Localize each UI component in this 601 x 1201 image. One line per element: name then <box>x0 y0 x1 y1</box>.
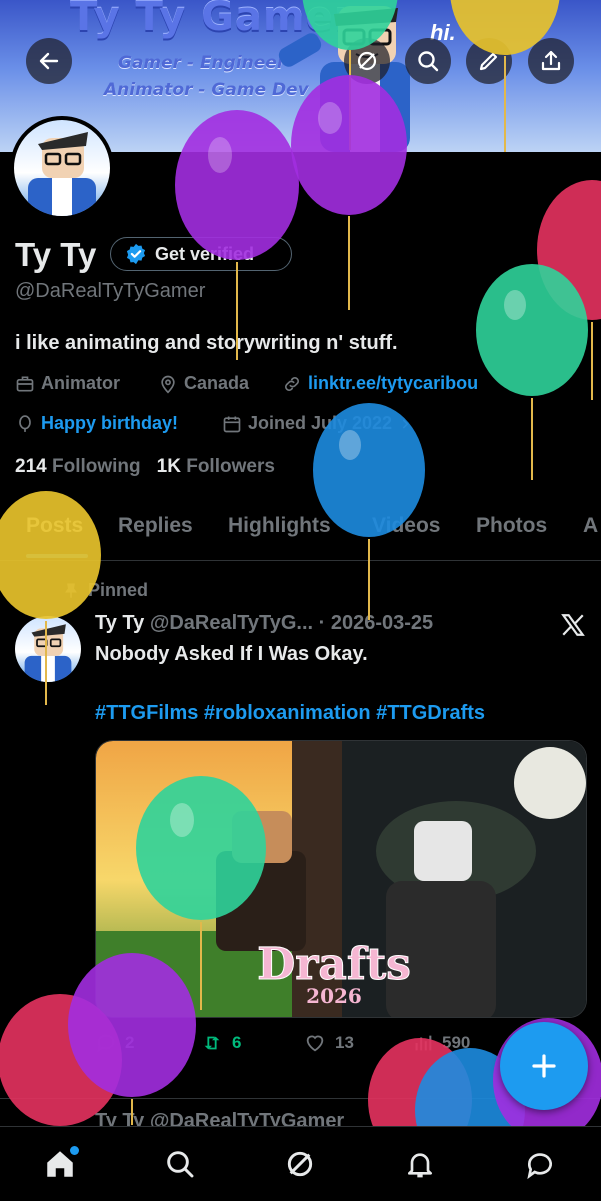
views-chart-icon <box>415 1035 432 1051</box>
active-tab-indicator <box>26 554 88 558</box>
profession: Animator <box>15 373 120 394</box>
pinned-label: Pinned <box>88 580 149 600</box>
followers-label: Followers <box>186 456 275 477</box>
back-button[interactable] <box>26 38 72 84</box>
location-pin-icon <box>161 375 175 394</box>
avatar-character <box>28 132 96 216</box>
heart-icon <box>306 1035 324 1052</box>
nav-notifications[interactable] <box>400 1144 440 1184</box>
media-title-text: Drafts <box>257 939 411 990</box>
profession-label: Animator <box>41 373 121 393</box>
nav-grok[interactable] <box>280 1144 320 1184</box>
chevron-right-icon <box>402 418 409 429</box>
nav-search[interactable] <box>160 1144 200 1184</box>
bottom-navigation <box>0 1126 601 1201</box>
nav-messages[interactable] <box>520 1144 560 1184</box>
followers-stat[interactable]: 1K Followers <box>157 456 275 478</box>
search-icon <box>167 1151 194 1178</box>
reply-count: 2 <box>125 1033 135 1052</box>
tab-highlights[interactable]: Highlights <box>228 514 331 538</box>
post-divider <box>0 1098 601 1099</box>
home-notification-dot <box>70 1146 79 1155</box>
balloon-green-right <box>476 264 588 480</box>
profile-avatar[interactable] <box>10 116 114 220</box>
location: Canada <box>158 373 249 394</box>
birthday[interactable]: Happy birthday! <box>15 413 178 434</box>
joined-date[interactable]: Joined July 2022 <box>222 413 412 434</box>
calendar-icon <box>223 416 241 432</box>
profile-link[interactable]: linktr.ee/tytycaribou <box>282 373 478 394</box>
link-icon <box>285 376 299 391</box>
search-button[interactable] <box>405 38 451 84</box>
get-verified-button[interactable]: Get verified <box>110 237 292 271</box>
balloon-red-right <box>537 180 601 400</box>
post-header: Ty Ty @DaRealTyTyG... · 2026-03-25 <box>95 612 433 635</box>
link-label[interactable]: linktr.ee/tytycaribou <box>308 373 478 394</box>
tab-articles[interactable]: A <box>583 514 598 538</box>
verified-badge-icon <box>126 243 146 265</box>
post-media[interactable]: Drafts 2026 <box>95 740 587 1018</box>
reply-icon <box>97 1034 115 1053</box>
media-year-text: 2026 <box>306 984 362 1008</box>
share-button[interactable] <box>528 38 574 84</box>
briefcase-icon <box>16 376 34 391</box>
nav-home[interactable] <box>40 1144 80 1184</box>
post-avatar[interactable] <box>15 616 81 682</box>
tab-replies[interactable]: Replies <box>118 514 193 538</box>
notifications-icon <box>408 1153 432 1178</box>
tab-videos[interactable]: Videos <box>372 514 440 538</box>
view-count: 590 <box>442 1033 471 1052</box>
back-arrow-icon <box>39 52 59 70</box>
pin-icon <box>65 583 77 598</box>
post-avatar-character <box>24 624 72 682</box>
post-text: Nobody Asked If I Was Okay. <box>95 643 368 665</box>
post-hashtags[interactable]: #TTGFilms #robloxanimation #TTGDrafts <box>95 702 485 725</box>
post-author[interactable]: Ty Ty <box>95 612 144 634</box>
birthday-label[interactable]: Happy birthday! <box>41 413 178 434</box>
pinned-indicator: Pinned <box>62 580 148 601</box>
post-handle-date: @DaRealTyTyG... · 2026-03-25 <box>149 612 434 634</box>
joined-label: Joined July 2022 <box>248 413 393 433</box>
like-button[interactable]: 13 <box>303 1032 354 1054</box>
grok-icon <box>357 51 377 71</box>
edit-button[interactable] <box>466 38 512 84</box>
views-button[interactable]: 590 <box>412 1032 470 1054</box>
like-count: 13 <box>335 1033 354 1052</box>
following-count: 214 <box>15 456 47 477</box>
follow-stats: 214 Following 1K Followers <box>15 456 275 478</box>
following-stat[interactable]: 214 Following <box>15 456 141 478</box>
reply-button[interactable]: 2 <box>95 1032 134 1054</box>
repost-button[interactable]: 6 <box>200 1032 241 1054</box>
get-verified-label: Get verified <box>155 243 255 264</box>
plus-icon <box>532 1054 556 1078</box>
grok-button[interactable] <box>344 38 390 84</box>
messages-icon <box>527 1153 552 1180</box>
edit-icon <box>479 52 498 71</box>
location-label: Canada <box>184 373 250 393</box>
post-media-image: Drafts 2026 <box>96 741 586 1017</box>
banner-line-1: Gamer - Engineer <box>118 53 286 73</box>
tab-photos[interactable]: Photos <box>476 514 547 538</box>
repost-count: 6 <box>232 1033 242 1052</box>
balloon-icon <box>19 414 31 432</box>
repost-icon <box>204 1036 220 1050</box>
x-logo-icon[interactable] <box>560 612 586 638</box>
profile-handle: @DaRealTyTyGamer <box>15 280 206 302</box>
profile-bio: i like animating and storywriting n' stu… <box>15 332 398 354</box>
grok-icon <box>287 1151 313 1177</box>
followers-count: 1K <box>156 456 181 477</box>
tab-posts[interactable]: Posts <box>26 514 83 538</box>
profile-tabs: Posts Replies Highlights Videos Photos A <box>0 500 601 561</box>
following-label: Following <box>51 456 141 477</box>
compose-button[interactable] <box>500 1022 588 1110</box>
share-icon <box>541 50 561 71</box>
profile-name: Ty Ty <box>15 236 97 273</box>
search-icon <box>418 51 439 72</box>
